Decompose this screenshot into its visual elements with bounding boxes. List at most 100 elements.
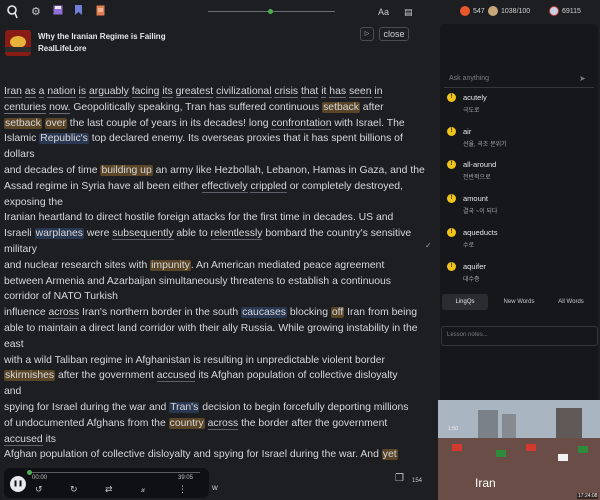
- repeat-icon[interactable]: ⇄: [105, 484, 113, 495]
- document-icon[interactable]: [96, 5, 105, 20]
- highlighted-word[interactable]: Republic's: [39, 133, 89, 145]
- lingq-status-icon[interactable]: !: [447, 262, 456, 271]
- word[interactable]: nation: [47, 86, 76, 98]
- page-icon[interactable]: ❐: [395, 473, 404, 484]
- text-span: of undocumented Afghans from the: [4, 417, 169, 429]
- highlighted-word[interactable]: warplanes: [34, 228, 84, 240]
- word[interactable]: as: [24, 86, 36, 98]
- word[interactable]: accused: [156, 370, 196, 383]
- reading-progress-thumb[interactable]: [268, 9, 273, 14]
- tab-all-words[interactable]: All Words: [548, 294, 594, 310]
- lingq-word[interactable]: over: [44, 117, 67, 129]
- lesson-thumbnail[interactable]: [5, 30, 31, 56]
- lingq-translation: 대수층: [463, 277, 480, 283]
- audio-progress-track[interactable]: [30, 472, 200, 473]
- word[interactable]: civilizational: [216, 86, 272, 98]
- word[interactable]: subsequently: [112, 228, 174, 241]
- text-line: Israeli warplanes were subsequently able…: [4, 226, 418, 242]
- text-span: spying for Israel during the war and: [4, 401, 170, 413]
- audio-menu-icon[interactable]: ⋮: [178, 484, 187, 495]
- lingq-status-icon[interactable]: !: [447, 194, 456, 203]
- highlighted-word[interactable]: Tran's: [169, 401, 200, 413]
- word[interactable]: in: [374, 86, 383, 98]
- lingq-word[interactable]: skirmishes: [4, 370, 56, 382]
- text-span: the last couple of years in its decades!…: [66, 117, 272, 129]
- lingq-translation: 선율, 곡조 분위기: [463, 142, 507, 148]
- known-words-counter[interactable]: 69115: [549, 5, 581, 19]
- lingq-word[interactable]: off: [330, 307, 345, 319]
- audio-player: ❚❚ 00:00 39:05 ↺ ↻ ⇄ 𝓍 ⋮: [4, 468, 209, 498]
- word[interactable]: its: [162, 86, 173, 98]
- lingq-item[interactable]: ! amount 결국 ~이 되다: [447, 194, 587, 220]
- lingq-item[interactable]: ! acutely 극도로: [447, 93, 587, 119]
- word[interactable]: arguably: [88, 86, 129, 98]
- lingq-item[interactable]: ! all-around 전반적으로: [447, 160, 587, 186]
- lingq-item[interactable]: ! aquifer 대수층: [447, 262, 587, 288]
- text-line: dollars: [4, 147, 418, 163]
- tab-lingqs[interactable]: LingQs: [442, 294, 488, 310]
- lingq-word[interactable]: country: [168, 417, 205, 429]
- font-settings-button[interactable]: Aa: [378, 5, 389, 19]
- word[interactable]: crisis: [274, 86, 299, 98]
- logo-icon[interactable]: [6, 5, 18, 23]
- lingq-word[interactable]: yet: [381, 449, 398, 461]
- word[interactable]: crippled: [250, 180, 287, 193]
- rewind-5-icon[interactable]: ↺: [35, 484, 43, 495]
- text-line: able to maintain a direct land corridor …: [4, 321, 418, 337]
- word[interactable]: Iran: [4, 86, 22, 98]
- lingq-status-icon[interactable]: !: [447, 228, 456, 237]
- word[interactable]: across: [207, 417, 239, 430]
- text-span: Geopolitically speaking, Tran has suffer…: [70, 101, 323, 113]
- lingq-word[interactable]: building up: [100, 164, 153, 176]
- speed-label[interactable]: w: [212, 483, 218, 492]
- word[interactable]: across: [48, 307, 80, 320]
- lingq-item[interactable]: ! aqueducts 수로: [447, 228, 587, 254]
- playback-speed-icon[interactable]: 𝓍: [141, 484, 145, 495]
- lingq-word[interactable]: setback: [322, 101, 360, 113]
- text-line: exposing the: [4, 195, 418, 211]
- lingq-word[interactable]: setback: [4, 117, 42, 129]
- text-line: Iran as a nation is arguably facing its …: [4, 84, 418, 100]
- bookmark-icon[interactable]: [74, 5, 83, 19]
- send-icon[interactable]: ➤: [579, 74, 586, 83]
- text-span: Iran from being: [344, 307, 418, 319]
- lingq-status-icon[interactable]: !: [447, 93, 456, 102]
- tab-new-words[interactable]: New Words: [494, 294, 544, 310]
- word[interactable]: relentlessly: [210, 228, 263, 241]
- word[interactable]: facing: [131, 86, 160, 98]
- word[interactable]: confrontation: [271, 117, 332, 130]
- word[interactable]: that: [300, 86, 319, 98]
- gear-icon[interactable]: ⚙: [31, 5, 41, 19]
- check-icon[interactable]: ✓: [425, 241, 432, 250]
- lingq-status-icon[interactable]: !: [447, 127, 456, 136]
- lesson-source[interactable]: RealLifeLore: [38, 44, 86, 53]
- text-span: after the government: [55, 370, 157, 382]
- layout-icon[interactable]: ▤: [404, 5, 413, 19]
- word[interactable]: is: [78, 86, 87, 98]
- word[interactable]: now.: [49, 101, 71, 114]
- word[interactable]: accused: [4, 433, 43, 446]
- play-pause-button[interactable]: ❚❚: [10, 476, 26, 492]
- ask-input[interactable]: Ask anything ➤: [444, 72, 594, 88]
- save-icon[interactable]: [53, 5, 63, 19]
- word[interactable]: has: [329, 86, 347, 98]
- play-lesson-button[interactable]: ▷: [360, 27, 374, 41]
- highlighted-word[interactable]: caucases: [241, 307, 287, 319]
- lesson-text: Iran as a nation is arguably facing its …: [4, 84, 425, 463]
- word[interactable]: effectively: [201, 180, 248, 193]
- lingq-item[interactable]: ! air 선율, 곡조 분위기: [447, 127, 587, 153]
- word[interactable]: greatest: [175, 86, 214, 98]
- lesson-notes-input[interactable]: Lesson notes...: [441, 326, 598, 346]
- lingq-status-icon[interactable]: !: [447, 160, 456, 169]
- close-button[interactable]: close: [379, 27, 409, 41]
- forward-5-icon[interactable]: ↻: [70, 484, 78, 495]
- word[interactable]: seen: [348, 86, 372, 98]
- lingq-word[interactable]: impunity: [150, 259, 191, 271]
- streak-counter[interactable]: 547: [460, 5, 485, 19]
- text-span: an army like Hezbollah, Lebanon, Hamas i…: [152, 164, 425, 176]
- lingq-translation: 결국 ~이 되다: [463, 209, 498, 215]
- word[interactable]: centuries: [4, 101, 47, 114]
- coins-counter[interactable]: 1038/100: [488, 5, 530, 19]
- video-player[interactable]: 1:50 Iran 17:24:08: [438, 400, 600, 500]
- text-span: were: [83, 228, 113, 240]
